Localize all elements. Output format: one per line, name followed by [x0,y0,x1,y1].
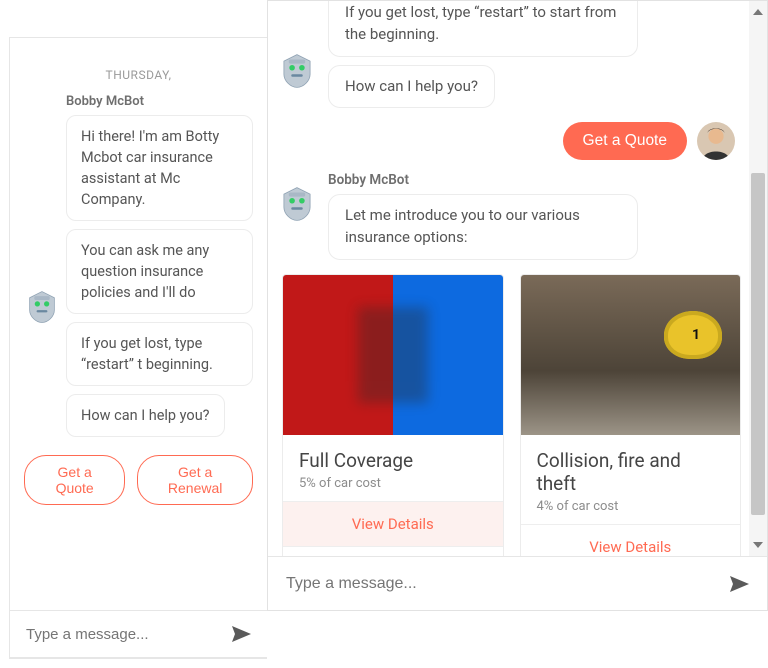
bot-avatar-icon [280,186,314,226]
card-body: Collision, fire and theft 4% of car cost [521,435,741,524]
front-scroll-area: If you get lost, type “restart” to start… [268,1,767,556]
bot-message: Hi there! I'm am Botty Mcbot car insuran… [66,115,253,221]
date-separator: THURSDAY, [24,68,253,82]
bot-message: How can I help you? [328,65,495,109]
card-view-details-button[interactable]: View Details [521,524,741,556]
card-title: Full Coverage [299,449,487,472]
insurance-card: Full Coverage 5% of car cost View Detail… [282,274,504,556]
front-chat-panel: If you get lost, type “restart” to start… [267,0,768,611]
insurance-card: Collision, fire and theft 4% of car cost… [520,274,742,556]
scrollbar-thumb[interactable] [751,173,765,515]
bot-message: If you get lost, type “restart” t beginn… [66,322,253,386]
front-message-input[interactable] [284,574,727,594]
bot-message-column: Hi there! I'm am Botty Mcbot car insuran… [66,115,253,445]
bot-message: How can I help you? [66,394,225,437]
quick-reply-renewal-button[interactable]: Get a Renewal [137,455,253,505]
card-get-quote-button[interactable]: Get a Quote [283,546,503,556]
user-quote-button[interactable]: Get a Quote [563,122,687,160]
bot-message-column: If you get lost, type “restart” to start… [328,1,739,118]
card-title: Collision, fire and theft [537,449,725,495]
bot-message: Let me introduce you to our various insu… [328,194,638,260]
bot-name-label: Bobby McBot [328,172,749,188]
scrollbar-track[interactable] [749,1,767,556]
insurance-card-row: Full Coverage 5% of car cost View Detail… [282,274,741,556]
card-body: Full Coverage 5% of car cost [283,435,503,501]
scroll-down-icon[interactable] [753,542,763,552]
back-chat-panel: THURSDAY, Bobby McBot Hi there! I'm am B… [9,37,267,659]
send-icon[interactable] [727,572,751,596]
back-input-bar [9,610,267,658]
bot-avatar-icon [280,53,314,93]
quick-reply-row: Get a Quote Get a Renewal [24,455,253,505]
screenshot-stage: THURSDAY, Bobby McBot Hi there! I'm am B… [0,0,768,668]
user-avatar-icon [697,122,735,160]
quick-reply-quote-button[interactable]: Get a Quote [24,455,125,505]
card-image-fire [521,275,741,435]
bot-message: You can ask me any question insurance po… [66,229,253,314]
bot-message-column: Let me introduce you to our various insu… [328,194,739,270]
scroll-up-icon[interactable] [753,5,763,15]
card-subtitle: 4% of car cost [537,499,725,514]
card-view-details-button[interactable]: View Details [283,501,503,546]
bot-avatar-icon [26,290,58,324]
user-message-row: Get a Quote [282,122,735,160]
card-image-cars [283,275,503,435]
bot-message: If you get lost, type “restart” to start… [328,1,638,57]
back-message-input[interactable] [24,625,229,644]
front-input-bar [268,556,767,610]
card-subtitle: 5% of car cost [299,476,487,491]
send-icon[interactable] [229,622,253,646]
bot-name-label: Bobby McBot [66,94,253,109]
